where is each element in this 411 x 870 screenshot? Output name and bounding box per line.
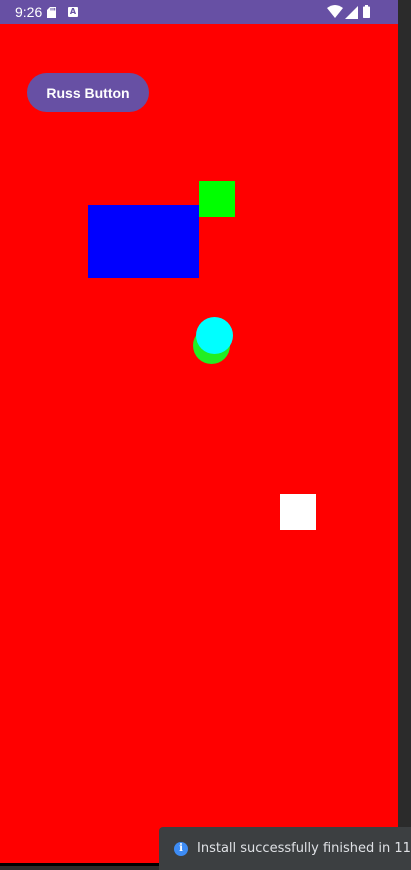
cyan-circle — [196, 317, 233, 354]
wifi-icon — [327, 5, 343, 18]
a-notification-icon: A — [68, 7, 78, 17]
sd-card-icon — [47, 7, 56, 18]
app-screen: 9:26 A Russ Button — [0, 0, 398, 866]
notification-text: Install successfully finished in 118 — [197, 841, 411, 856]
blue-rectangle — [88, 205, 199, 278]
install-notification[interactable]: i Install successfully finished in 118 — [159, 827, 411, 870]
cell-signal-icon — [345, 6, 358, 19]
russ-button[interactable]: Russ Button — [27, 73, 149, 112]
battery-icon — [363, 5, 370, 18]
white-square — [280, 494, 316, 530]
status-bar: 9:26 A — [0, 0, 398, 24]
screen-frame: 9:26 A Russ Button i Install successfull… — [0, 0, 411, 870]
info-icon: i — [174, 842, 188, 856]
status-time: 9:26 — [15, 4, 43, 20]
green-square — [199, 181, 235, 217]
